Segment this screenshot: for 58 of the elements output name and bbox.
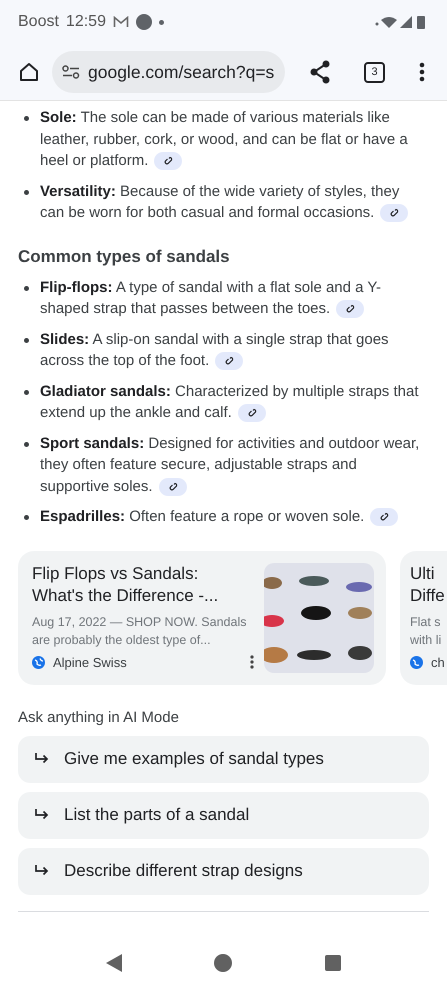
link-icon bbox=[224, 356, 234, 366]
tab-count-button[interactable]: 3 bbox=[364, 62, 385, 82]
article-title: Flip Flops vs Sandals: What's the Difference -... bbox=[32, 562, 220, 606]
article-title: Diffe bbox=[410, 584, 446, 606]
recents-icon[interactable] bbox=[324, 955, 341, 971]
bullet-text: Gladiator sandals: Characterized by multiple straps that extend up the ankle and calf. bbox=[40, 382, 418, 421]
bullet-text: Slides: A slip-on sandal with a single strap that goes across the top of the foot. bbox=[40, 330, 389, 369]
article-snippet: with li bbox=[410, 632, 442, 648]
section-heading: Common types of sandals bbox=[18, 246, 231, 266]
url-text: google.com/search?q=s bbox=[88, 62, 274, 82]
address-bar[interactable]: google.com/search?q=s bbox=[52, 51, 285, 93]
bullet-text: Flip-flops: A type of sandal with a flat sole and a Y-shaped strap that passes between the toes. bbox=[40, 278, 382, 317]
article-card[interactable]: Flip Flops vs Sandals: What's the Difference -... Aug 17, 2022 — SHOP NOW. Sandals are probably the oldest type of... Alpine Swiss bbox=[18, 550, 386, 684]
back-icon[interactable] bbox=[106, 954, 122, 972]
globe-icon bbox=[32, 656, 45, 668]
reply-arrow-icon bbox=[34, 808, 50, 822]
reply-arrow-icon bbox=[34, 864, 50, 878]
source-link-button[interactable] bbox=[380, 204, 408, 222]
suggestion-button[interactable]: Give me examples of sandal types bbox=[18, 736, 429, 782]
source-name: ch bbox=[431, 654, 445, 670]
signal-icons-drawing bbox=[375, 15, 427, 29]
article-card[interactable]: Ulti Diffe Flat s with li ch bbox=[400, 550, 447, 684]
tune-icon bbox=[62, 65, 80, 79]
source-link-button[interactable] bbox=[336, 300, 364, 318]
link-icon bbox=[379, 512, 390, 522]
source-link-button[interactable] bbox=[370, 508, 398, 526]
link-icon bbox=[389, 208, 400, 218]
link-icon bbox=[163, 156, 174, 166]
home-icon[interactable] bbox=[18, 61, 40, 83]
carrier-name: Boost bbox=[18, 13, 59, 31]
globe-icon bbox=[410, 656, 423, 668]
article-title: Ulti bbox=[410, 562, 436, 584]
source-link-button[interactable] bbox=[238, 404, 266, 422]
bullet-text: Espadrilles: Often feature a rope or woven sole. bbox=[40, 508, 398, 525]
bullet-text: Versatility: Because of the wide variety of styles, they can be worn for both casual and formal occasions. bbox=[40, 182, 408, 221]
more-icon[interactable] bbox=[419, 62, 425, 82]
suggestion-button[interactable]: Describe different strap designs bbox=[18, 848, 429, 894]
source-link-button[interactable] bbox=[215, 352, 244, 370]
link-icon bbox=[246, 408, 257, 418]
ai-mode-heading: Ask anything in AI Mode bbox=[18, 708, 180, 726]
article-snippet: Flat s bbox=[410, 614, 442, 630]
source-name: Alpine Swiss bbox=[53, 654, 127, 670]
bullet-text: Sole: The sole can be made of various materials like leather, rubber, cork, or wood, and can be flat or have a heel or platform. bbox=[40, 109, 408, 169]
more-icon[interactable] bbox=[250, 655, 254, 669]
circle-icon bbox=[136, 14, 152, 30]
share-icon[interactable] bbox=[309, 60, 331, 84]
suggestion-button[interactable]: List the parts of a sandal bbox=[18, 792, 429, 838]
article-snippet: Aug 17, 2022 — SHOP NOW. Sandals are probably the oldest type of... bbox=[32, 614, 248, 648]
mail-icon bbox=[112, 16, 129, 28]
link-icon bbox=[168, 482, 178, 492]
reply-arrow-icon bbox=[34, 752, 50, 766]
bullet-text: Sport sandals: Designed for activities and outdoor wear, they often feature secure, adjustable straps and supportive soles. bbox=[40, 434, 420, 494]
dot-icon bbox=[158, 20, 164, 24]
source-link-button[interactable] bbox=[154, 152, 182, 170]
clock: 12:59 bbox=[66, 13, 106, 31]
home-button-icon[interactable] bbox=[214, 954, 232, 972]
link-icon bbox=[345, 304, 356, 314]
source-link-button[interactable] bbox=[158, 478, 187, 496]
